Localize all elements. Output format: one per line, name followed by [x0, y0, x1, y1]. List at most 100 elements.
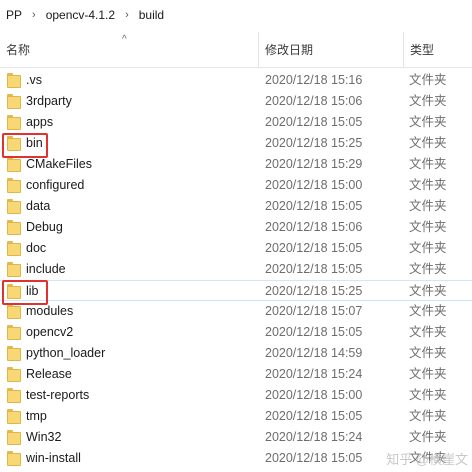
folder-icon [7, 304, 21, 319]
folder-icon [7, 220, 21, 235]
file-name: apps [26, 115, 54, 129]
folder-icon [7, 136, 21, 151]
chevron-right-icon: › [32, 8, 36, 21]
folder-icon [7, 284, 21, 299]
modified-date: 2020/12/18 15:06 [265, 220, 363, 234]
file-name: include [26, 262, 66, 276]
file-name: modules [26, 304, 74, 318]
file-list: .vs 2020/12/18 15:16 文件夹 3rdparty 2020/12/18… [0, 70, 472, 469]
file-type: 文件夹 [409, 367, 447, 381]
watermark: 知乎 @横崖文 [386, 452, 468, 467]
file-type: 文件夹 [409, 136, 447, 150]
file-type: 文件夹 [409, 220, 447, 234]
modified-date: 2020/12/18 15:05 [265, 262, 363, 276]
file-name: opencv2 [26, 325, 74, 339]
file-row-3rdparty[interactable]: 3rdparty 2020/12/18 15:06 文件夹 [0, 91, 472, 112]
modified-date: 2020/12/18 15:16 [265, 73, 363, 87]
file-name: Debug [26, 220, 63, 234]
file-name: data [26, 199, 51, 213]
modified-date: 2020/12/18 15:05 [265, 115, 363, 129]
file-row-data[interactable]: data 2020/12/18 15:05 文件夹 [0, 196, 472, 217]
modified-date: 2020/12/18 15:00 [265, 178, 363, 192]
folder-icon [7, 409, 21, 424]
file-name: python_loader [26, 346, 106, 360]
file-name: Win32 [26, 430, 62, 444]
file-type: 文件夹 [409, 115, 447, 129]
modified-date: 2020/12/18 15:24 [265, 430, 363, 444]
folder-icon [7, 157, 21, 172]
file-name: test-reports [26, 388, 90, 402]
file-name: 3rdparty [26, 94, 72, 108]
breadcrumb-item-opencv[interactable]: opencv-4.1.2 [42, 0, 119, 30]
folder-icon [7, 94, 21, 109]
column-header-date[interactable]: 修改日期 [259, 32, 403, 68]
file-row-include[interactable]: include 2020/12/18 15:05 文件夹 [0, 259, 472, 280]
modified-date: 2020/12/18 15:06 [265, 94, 363, 108]
file-type: 文件夹 [409, 241, 447, 255]
folder-icon [7, 199, 21, 214]
file-type: 文件夹 [409, 199, 447, 213]
file-name: .vs [26, 73, 42, 87]
file-row-opencv2[interactable]: opencv2 2020/12/18 15:05 文件夹 [0, 322, 472, 343]
modified-date: 2020/12/18 15:25 [265, 136, 363, 150]
column-header-bar: 名称 ^ 修改日期 类型 [0, 32, 472, 68]
folder-icon [7, 178, 21, 193]
file-type: 文件夹 [409, 388, 447, 402]
file-row-python-loader[interactable]: python_loader 2020/12/18 14:59 文件夹 [0, 343, 472, 364]
column-header-type[interactable]: 类型 [404, 32, 472, 68]
folder-icon [7, 367, 21, 382]
folder-icon [7, 346, 21, 361]
file-type: 文件夹 [409, 262, 447, 276]
file-row-win32[interactable]: Win32 2020/12/18 15:24 文件夹 [0, 427, 472, 448]
file-type: 文件夹 [409, 325, 447, 339]
file-type: 文件夹 [409, 430, 447, 444]
modified-date: 2020/12/18 14:59 [265, 346, 363, 360]
file-row-configured[interactable]: configured 2020/12/18 15:00 文件夹 [0, 175, 472, 196]
breadcrumb: PP › opencv-4.1.2 › build [0, 0, 472, 30]
modified-date: 2020/12/18 15:05 [265, 409, 363, 423]
modified-date: 2020/12/18 15:05 [265, 451, 363, 465]
sort-ascending-icon: ^ [122, 34, 127, 45]
column-header-name[interactable]: 名称 [0, 32, 258, 68]
file-row-lib[interactable]: lib 2020/12/18 15:25 文件夹 [0, 280, 472, 301]
file-row-vs[interactable]: .vs 2020/12/18 15:16 文件夹 [0, 70, 472, 91]
file-row-tmp[interactable]: tmp 2020/12/18 15:05 文件夹 [0, 406, 472, 427]
file-name: win-install [26, 451, 81, 465]
file-row-release[interactable]: Release 2020/12/18 15:24 文件夹 [0, 364, 472, 385]
breadcrumb-item-build[interactable]: build [135, 0, 168, 30]
modified-date: 2020/12/18 15:05 [265, 325, 363, 339]
file-type: 文件夹 [409, 284, 447, 298]
folder-icon [7, 115, 21, 130]
modified-date: 2020/12/18 15:25 [265, 284, 363, 298]
file-name: bin [26, 136, 43, 150]
modified-date: 2020/12/18 15:05 [265, 199, 363, 213]
file-type: 文件夹 [409, 304, 447, 318]
folder-icon [7, 325, 21, 340]
file-type: 文件夹 [409, 157, 447, 171]
modified-date: 2020/12/18 15:07 [265, 304, 363, 318]
file-row-modules[interactable]: modules 2020/12/18 15:07 文件夹 [0, 301, 472, 322]
file-row-doc[interactable]: doc 2020/12/18 15:05 文件夹 [0, 238, 472, 259]
file-row-test-reports[interactable]: test-reports 2020/12/18 15:00 文件夹 [0, 385, 472, 406]
file-name: doc [26, 241, 47, 255]
file-name: Release [26, 367, 72, 381]
modified-date: 2020/12/18 15:00 [265, 388, 363, 402]
folder-icon [7, 388, 21, 403]
file-type: 文件夹 [409, 73, 447, 87]
file-name: configured [26, 178, 85, 192]
file-type: 文件夹 [409, 178, 447, 192]
file-row-debug[interactable]: Debug 2020/12/18 15:06 文件夹 [0, 217, 472, 238]
file-row-bin[interactable]: bin 2020/12/18 15:25 文件夹 [0, 133, 472, 154]
folder-icon [7, 262, 21, 277]
folder-icon [7, 241, 21, 256]
file-type: 文件夹 [409, 94, 447, 108]
file-type: 文件夹 [409, 409, 447, 423]
file-type: 文件夹 [409, 346, 447, 360]
file-name: tmp [26, 409, 47, 423]
file-name: lib [26, 284, 39, 298]
folder-icon [7, 451, 21, 466]
file-row-apps[interactable]: apps 2020/12/18 15:05 文件夹 [0, 112, 472, 133]
breadcrumb-item-pp[interactable]: PP [2, 0, 26, 30]
file-row-cmakefiles[interactable]: CMakeFiles 2020/12/18 15:29 文件夹 [0, 154, 472, 175]
modified-date: 2020/12/18 15:29 [265, 157, 363, 171]
